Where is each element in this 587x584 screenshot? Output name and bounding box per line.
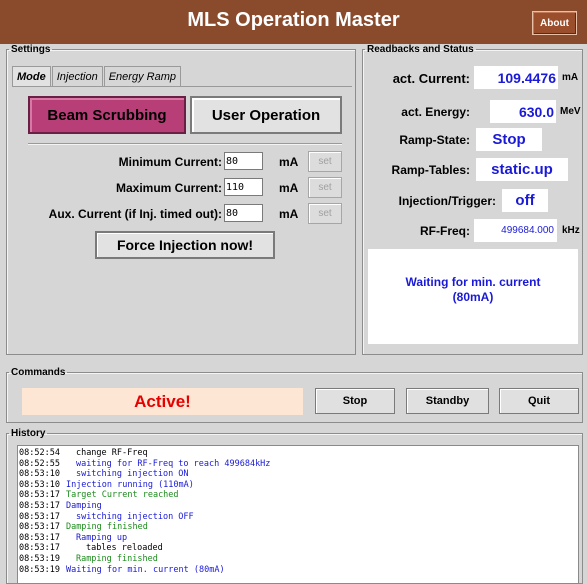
history-entry-message: Damping finished [65, 522, 148, 533]
energy-value: 630.0 [490, 100, 556, 123]
history-entry: 08:53:17 Damping [19, 501, 578, 512]
maximum-current-label: Maximum Current: [115, 181, 222, 195]
ramp-tables-label: Ramp-Tables: [391, 163, 470, 177]
history-entry: 08:53:17 Ramping up [19, 533, 578, 544]
aux-current-unit: mA [279, 207, 299, 221]
standby-button[interactable]: Standby [406, 388, 489, 414]
history-legend: History [11, 428, 46, 439]
aux-current-set-button[interactable]: set [308, 203, 342, 224]
about-button[interactable]: About [532, 11, 577, 35]
window-title: MLS Operation Master [187, 9, 400, 31]
injection-trigger-label: Injection/Trigger: [398, 194, 496, 208]
history-entry: 08:52:54 change RF-Freq [19, 448, 578, 459]
ramp-state-row: Ramp-State: Stop [366, 128, 582, 152]
status-message-line2: (80mA) [452, 290, 494, 304]
history-entry-time: 08:53:10 [19, 469, 60, 480]
minimum-current-unit: mA [279, 155, 299, 169]
history-entry-time: 08:53:19 [19, 553, 60, 564]
history-entry: 08:53:19 Waiting for min. current (80mA) [19, 565, 578, 576]
current-value: 109.4476 [474, 66, 558, 89]
settings-tabs: Mode Injection Energy Ramp [12, 66, 182, 87]
history-entry-message: change RF-Freq [75, 448, 148, 458]
status-message-line1: Waiting for min. current [405, 275, 541, 289]
history-entry-message: tables reloaded [85, 543, 163, 554]
history-entry-time: 08:53:17 [19, 511, 60, 522]
force-injection-button[interactable]: Force Injection now! [95, 231, 275, 259]
energy-label: act. Energy: [401, 105, 470, 119]
ramp-tables-value: static.up [476, 158, 568, 181]
tab-mode[interactable]: Mode [12, 66, 51, 87]
history-entry-time: 08:53:10 [19, 479, 60, 490]
status-message: Waiting for min. current (80mA) [368, 249, 578, 344]
history-entry: 08:53:10 Injection running (110mA) [19, 480, 578, 491]
history-entry-time: 08:52:55 [19, 458, 60, 469]
history-entry: 08:53:10 switching injection ON [19, 469, 578, 480]
rf-freq-label: RF-Freq: [420, 224, 470, 238]
history-entry-message: switching injection ON [75, 469, 189, 480]
minimum-current-input[interactable] [224, 152, 263, 170]
user-operation-button[interactable]: User Operation [190, 96, 342, 134]
history-entry-message: Injection running (110mA) [65, 479, 194, 490]
tab-energy-ramp[interactable]: Energy Ramp [103, 66, 181, 86]
current-label: act. Current: [392, 71, 470, 86]
maximum-current-input[interactable] [224, 178, 263, 196]
history-entry-time: 08:53:17 [19, 522, 60, 533]
energy-unit: MeV [560, 106, 581, 117]
history-entry-message: waiting for RF-Freq to reach 499684kHz [75, 458, 271, 469]
commands-legend: Commands [11, 367, 66, 378]
maximum-current-set-button[interactable]: set [308, 177, 342, 198]
history-entry: 08:53:19 Ramping finished [19, 554, 578, 565]
minimum-current-row: Minimum Current: mA set [20, 151, 350, 172]
history-entry: 08:53:17 switching injection OFF [19, 512, 578, 523]
aux-current-input[interactable] [224, 204, 263, 222]
stop-button[interactable]: Stop [315, 388, 395, 414]
history-entry-time: 08:52:54 [19, 448, 60, 458]
maximum-current-unit: mA [279, 181, 299, 195]
history-log[interactable]: 08:52:54 change RF-Freq 08:52:55 waiting fo… [17, 445, 579, 584]
history-entry: 08:53:17 Target Current reached [19, 490, 578, 501]
history-entry-time: 08:53:17 [19, 543, 60, 554]
readbacks-legend: Readbacks and Status [367, 44, 474, 55]
history-entry-message: Waiting for min. current (80mA) [65, 564, 225, 575]
history-entry: 08:53:17 tables reloaded [19, 543, 578, 554]
injection-trigger-value: off [502, 189, 548, 212]
rf-freq-value: 499684.000 [474, 219, 557, 242]
current-readback-row: act. Current: 109.4476 mA [366, 66, 582, 90]
minimum-current-label: Minimum Current: [118, 155, 222, 169]
history-entry-message: Ramping finished [75, 553, 158, 564]
operation-state-indicator: Active! [22, 388, 303, 415]
history-entry-message: switching injection OFF [75, 511, 194, 522]
history-entry: 08:52:55 waiting for RF-Freq to reach 499… [19, 459, 578, 470]
beam-scrubbing-button[interactable]: Beam Scrubbing [28, 96, 186, 134]
history-entry-time: 08:53:19 [19, 564, 60, 575]
energy-readback-row: act. Energy: 630.0 MeV [366, 100, 582, 124]
injection-trigger-row: Injection/Trigger: off [366, 189, 582, 213]
settings-group: Settings [6, 44, 356, 355]
ramp-state-label: Ramp-State: [399, 133, 470, 147]
quit-button[interactable]: Quit [499, 388, 579, 414]
history-entry-time: 08:53:17 [19, 490, 60, 501]
aux-current-row: Aux. Current (if Inj. timed out): mA set [20, 203, 350, 224]
aux-current-label: Aux. Current (if Inj. timed out): [48, 207, 222, 221]
ramp-state-value: Stop [476, 128, 542, 151]
title-bar: MLS Operation Master About [0, 0, 587, 44]
rf-freq-row: RF-Freq: 499684.000 kHz [366, 219, 582, 243]
tab-divider [12, 86, 352, 87]
history-entry-message: Damping [65, 500, 102, 511]
history-entry-time: 08:53:17 [19, 500, 60, 511]
settings-separator [28, 143, 342, 145]
maximum-current-row: Maximum Current: mA set [20, 177, 350, 198]
history-entry-time: 08:53:17 [19, 532, 60, 543]
tab-injection[interactable]: Injection [51, 66, 103, 86]
history-entry-message: Ramping up [75, 532, 128, 543]
minimum-current-set-button[interactable]: set [308, 151, 342, 172]
history-entry-message: Target Current reached [65, 490, 179, 501]
rf-freq-unit: kHz [562, 225, 580, 236]
ramp-tables-row: Ramp-Tables: static.up [366, 158, 582, 182]
current-unit: mA [562, 72, 579, 83]
history-entry: 08:53:17 Damping finished [19, 522, 578, 533]
settings-legend: Settings [11, 44, 51, 55]
